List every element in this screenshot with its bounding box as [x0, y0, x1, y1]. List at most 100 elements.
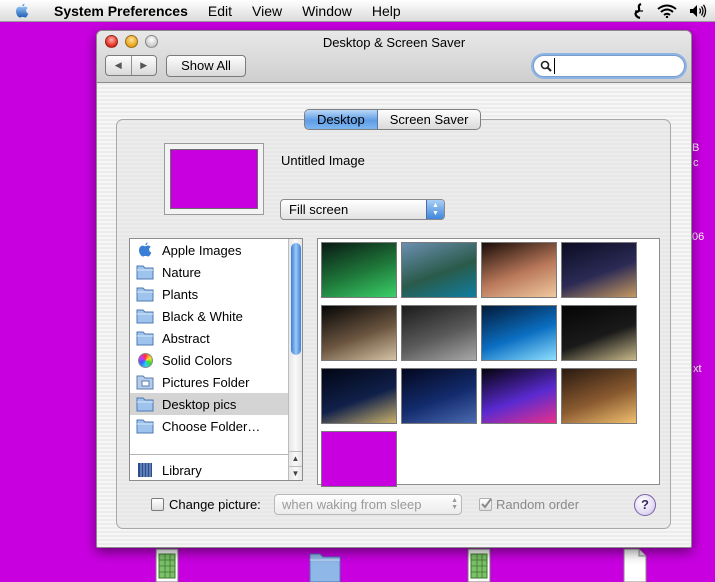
source-item-abstract[interactable]: Abstract	[130, 327, 290, 349]
forward-button[interactable]: ▶	[130, 56, 157, 75]
source-item-label: Library	[162, 462, 202, 478]
folder-icon	[136, 417, 154, 435]
source-item-nature[interactable]: Nature	[130, 261, 290, 283]
scroll-up-arrow-icon[interactable]: ▲	[289, 451, 302, 465]
volume-icon[interactable]	[689, 4, 707, 18]
pictures-folder-icon	[136, 373, 154, 391]
wallpaper-thumbnail-city-night[interactable]	[561, 242, 637, 298]
folder-icon	[136, 307, 154, 325]
source-item-label: Black & White	[162, 308, 243, 324]
fill-mode-value: Fill screen	[289, 202, 349, 217]
back-forward-control: ◀ ▶	[105, 55, 157, 76]
source-item-plants[interactable]: Plants	[130, 283, 290, 305]
source-item-label: Plants	[162, 286, 199, 302]
forward-arrow-icon: ▶	[140, 60, 148, 70]
source-item-label: Pictures Folder	[162, 374, 250, 390]
menu-view[interactable]: View	[242, 0, 292, 22]
wallpaper-thumbnail-ringed-planet[interactable]	[481, 368, 557, 424]
menu-help[interactable]: Help	[362, 0, 411, 22]
wallpaper-thumbnail-grid	[317, 238, 660, 487]
source-item-label: Abstract	[162, 330, 210, 346]
change-interval-value: when waking from sleep	[282, 497, 422, 512]
menu-app-name[interactable]: System Preferences	[44, 0, 198, 22]
apple-menu[interactable]	[0, 0, 44, 22]
spreadsheet-file-icon[interactable]	[466, 548, 494, 582]
desktop-preview-image	[170, 149, 258, 209]
apple-logo-icon	[16, 3, 29, 17]
source-item-desktop-pics[interactable]: Desktop pics	[130, 393, 290, 415]
source-item-pictures-folder[interactable]: Pictures Folder	[130, 371, 290, 393]
folder-icon[interactable]	[309, 548, 341, 582]
source-item-label: Solid Colors	[162, 352, 233, 368]
show-all-button[interactable]: Show All	[166, 55, 246, 77]
change-interval-select[interactable]: when waking from sleep ▲ ▼	[274, 494, 462, 515]
document-file-icon[interactable]	[622, 548, 648, 582]
desktop-label-fragment: B	[692, 142, 700, 154]
select-arrows-icon: ▲ ▼	[426, 200, 444, 219]
wallpaper-thumbnail-moonrise-city[interactable]	[561, 368, 637, 424]
window-title: Desktop & Screen Saver	[322, 35, 466, 50]
scrollbar-thumb[interactable]	[291, 243, 301, 355]
source-item-solid-colors[interactable]: Solid Colors	[130, 349, 290, 371]
desktop-preview-well[interactable]	[164, 143, 264, 215]
change-picture-label: Change picture:	[169, 497, 261, 512]
color-wheel-icon	[136, 351, 154, 369]
source-item-label: Desktop pics	[162, 396, 237, 412]
menu-edit[interactable]: Edit	[198, 0, 242, 22]
spreadsheet-file-icon[interactable]	[154, 548, 182, 582]
wallpaper-thumbnail-blue-arcs[interactable]	[481, 305, 557, 361]
image-source-list: Apple Images Nature Plants Black & White…	[129, 238, 303, 481]
tab-screen-saver[interactable]: Screen Saver	[378, 110, 481, 129]
fill-mode-select[interactable]: Fill screen ▲ ▼	[280, 199, 445, 220]
source-list-scrollbar[interactable]: ▲ ▼	[288, 239, 302, 480]
folder-icon	[136, 329, 154, 347]
desktop-label-fragment: 06	[692, 231, 705, 243]
checkmark-icon	[481, 498, 492, 509]
wallpaper-thumbnail-solid-magenta[interactable]	[321, 431, 397, 487]
pane-tabs: Desktop Screen Saver	[304, 109, 482, 130]
window-titlebar[interactable]: Desktop & Screen Saver ◀ ▶ Show All	[97, 31, 691, 83]
source-item-label: Nature	[162, 264, 202, 280]
apple-icon	[136, 241, 154, 259]
scroll-down-arrow-icon[interactable]: ▼	[289, 466, 302, 480]
wallpaper-thumbnail-aurora-lake[interactable]	[321, 242, 397, 298]
random-order-label: Random order	[496, 497, 580, 512]
search-icon	[540, 60, 552, 72]
random-order-checkbox[interactable]	[479, 498, 492, 511]
help-button[interactable]: ?	[634, 494, 656, 516]
wallpaper-thumbnail-silhouettes-night[interactable]	[401, 368, 477, 424]
search-field[interactable]	[533, 55, 685, 77]
wifi-icon[interactable]	[657, 4, 677, 18]
menu-extras	[633, 0, 707, 22]
folder-icon	[136, 263, 154, 281]
back-arrow-icon: ◀	[114, 60, 122, 70]
back-button[interactable]: ◀	[106, 56, 131, 75]
menu-bar: System Preferences Edit View Window Help	[0, 0, 715, 22]
folder-icon	[136, 285, 154, 303]
source-item-label: Choose Folder…	[162, 418, 261, 434]
image-name-label: Untitled Image	[281, 153, 365, 168]
desktop-label-fragment: c	[693, 157, 699, 169]
search-input[interactable]	[554, 58, 678, 74]
tab-desktop[interactable]: Desktop	[305, 110, 378, 129]
source-item-label: Apple Images	[162, 242, 242, 258]
wallpaper-thumbnail-eclipse-sequence[interactable]	[321, 368, 397, 424]
select-arrows-icon: ▲ ▼	[451, 497, 458, 511]
folder-icon	[136, 395, 154, 413]
source-item-library[interactable]: Library	[130, 459, 290, 480]
wallpaper-thumbnail-jupiter-moon[interactable]	[321, 305, 397, 361]
source-item-choose-folder[interactable]: Choose Folder…	[130, 415, 290, 437]
library-icon	[136, 461, 154, 479]
wallpaper-thumbnail-mountain-lake-boat[interactable]	[401, 242, 477, 298]
desktop-screensaver-window: Desktop & Screen Saver ◀ ▶ Show All Desk…	[96, 30, 692, 548]
wallpaper-thumbnail-butterfly-nebula[interactable]	[481, 242, 557, 298]
source-item-apple-images[interactable]: Apple Images	[130, 239, 290, 261]
change-picture-checkbox[interactable]	[151, 498, 164, 511]
source-item-black-white[interactable]: Black & White	[130, 305, 290, 327]
wallpaper-thumbnail-cloudy-sky[interactable]	[401, 305, 477, 361]
wallpaper-thumbnail-star-cluster[interactable]	[561, 305, 637, 361]
source-list-divider	[130, 454, 290, 455]
script-menu-icon[interactable]	[633, 3, 645, 19]
desktop-label-fragment: xt	[693, 363, 702, 375]
menu-window[interactable]: Window	[292, 0, 362, 22]
